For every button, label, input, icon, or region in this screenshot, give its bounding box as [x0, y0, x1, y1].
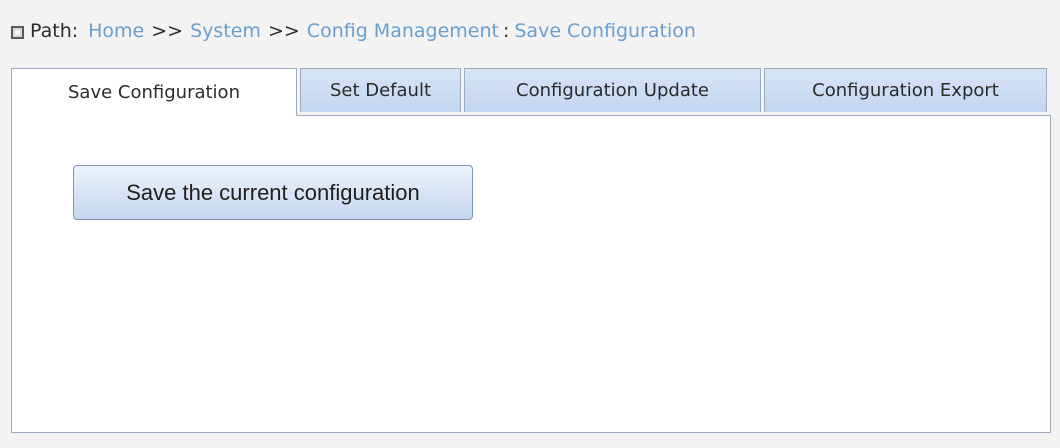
breadcrumb-home-link[interactable]: Home: [88, 20, 144, 42]
path-label: Path:: [30, 20, 79, 42]
tab-save-configuration[interactable]: Save Configuration: [11, 68, 297, 116]
square-icon: [11, 25, 24, 39]
tab-set-default[interactable]: Set Default: [300, 68, 461, 112]
breadcrumb-system-link[interactable]: System: [190, 20, 261, 42]
breadcrumb-colon: :: [502, 20, 510, 42]
breadcrumb-separator: >>: [267, 20, 300, 42]
tab-strip: Save Configuration Set Default Configura…: [11, 68, 1051, 116]
breadcrumb-separator: >>: [151, 20, 184, 42]
breadcrumb-config-management-link[interactable]: Config Management: [307, 20, 499, 42]
breadcrumb: Path: Home >> System >> Config Managemen…: [11, 18, 696, 44]
save-current-configuration-button[interactable]: Save the current configuration: [73, 165, 473, 220]
tab-configuration-update[interactable]: Configuration Update: [464, 68, 761, 112]
tab-configuration-export[interactable]: Configuration Export: [764, 68, 1047, 112]
content-panel: Save the current configuration: [11, 115, 1051, 433]
breadcrumb-current-page: Save Configuration: [514, 20, 696, 42]
